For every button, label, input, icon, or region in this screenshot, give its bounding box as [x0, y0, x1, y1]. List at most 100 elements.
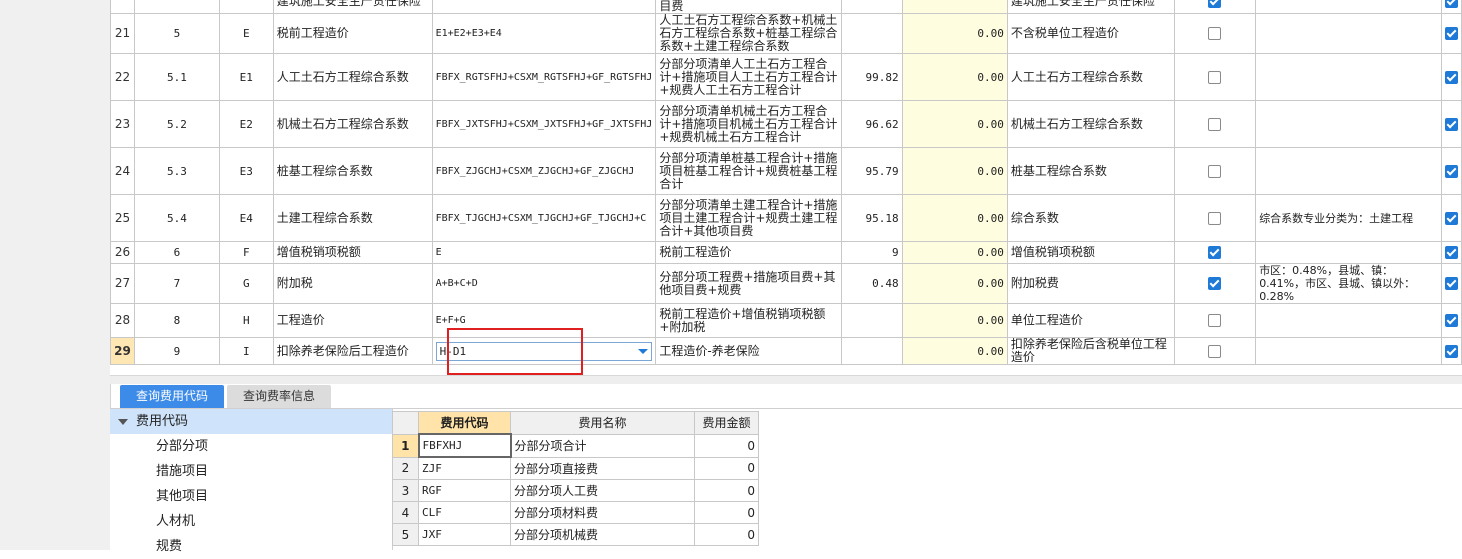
checkbox-checked[interactable]	[1208, 277, 1222, 290]
fee-note[interactable]: 市区：0.48%，县城、镇：0.41%，市区、县城、镇以外：0.28%	[1255, 263, 1442, 304]
fee-note[interactable]: 综合系数专业分类为：土建工程	[1255, 194, 1442, 242]
serial-number[interactable]: 7	[133, 263, 220, 304]
fee-category[interactable]: 综合系数	[1006, 194, 1175, 242]
table-row[interactable]: 24 5.3 E3 桩基工程综合系数 FBFX_ZJGCHJ+CSXM_ZJGCHJ+G…	[110, 147, 1462, 195]
fee-name[interactable]: 建筑施工安全生产责任保险	[272, 0, 433, 14]
fee-rate[interactable]: 95.18	[841, 194, 903, 242]
tree-item[interactable]: 人材机	[110, 509, 392, 534]
fee-rate[interactable]: 99.82	[841, 53, 903, 101]
fee-name-cell[interactable]: 分部分项机械费	[510, 523, 695, 546]
fee-base-cell[interactable]: FBFX_TJGCHJ+CSXM_TJGCHJ+GF_TJGCHJ+C	[431, 194, 657, 242]
tree-item[interactable]: 分部分项	[110, 434, 392, 459]
tree-item[interactable]: 规费	[110, 534, 392, 559]
fee-note[interactable]	[1255, 147, 1442, 195]
tree-item[interactable]: 措施项目	[110, 459, 392, 484]
tab-query-fee-code[interactable]: 查询费用代码	[120, 385, 225, 408]
fee-code-cell[interactable]: FBFXHJ	[417, 433, 512, 458]
table-row[interactable]: 28 8 H 工程造价 E+F+G 税前工程造价+增值税销项税额+附加税 0.00 单位工程造…	[110, 303, 1462, 338]
panel-splitter[interactable]	[110, 375, 1462, 384]
output-checkbox[interactable]	[1444, 344, 1458, 358]
fee-name[interactable]: 桩基工程综合系数	[272, 147, 433, 195]
output-checkbox[interactable]	[1444, 117, 1458, 131]
fee-category[interactable]: 不含税单位工程造价	[1006, 13, 1175, 54]
fee-category[interactable]: 机械土石方工程综合系数	[1006, 100, 1175, 148]
fee-name-cell[interactable]: 分部分项人工费	[510, 479, 695, 502]
table-row[interactable]: 25 5.4 E4 土建工程综合系数 FBFX_TJGCHJ+CSXM_TJGCHJ+G…	[110, 194, 1462, 242]
fee-code[interactable]: I	[218, 337, 274, 365]
checkbox-unchecked[interactable]	[1208, 117, 1222, 131]
table-row[interactable]: 21 5 E 税前工程造价 E1+E2+E3+E4 人工土石方工程综合系数+机械土石方工程…	[110, 13, 1462, 54]
fee-code-cell[interactable]: RGF	[418, 479, 511, 502]
fee-base-cell[interactable]: E1+E2+E3+E4	[431, 13, 657, 54]
table-row[interactable]: 2 ZJF 分部分项直接费 0	[392, 456, 759, 480]
fee-code-cell[interactable]: ZJF	[418, 456, 511, 480]
fee-code[interactable]: F	[218, 241, 274, 264]
table-row[interactable]: 3 RGF 分部分项人工费 0	[392, 479, 759, 502]
fee-name-cell[interactable]: 分部分项合计	[510, 433, 695, 458]
fee-note[interactable]	[1255, 100, 1442, 148]
serial-number[interactable]: 8	[133, 303, 220, 338]
fee-code[interactable]: E1	[218, 53, 274, 101]
fee-base-cell[interactable]: FBFX_JXTSFHJ+CSXM_JXTSFHJ+GF_JXTSFHJ	[431, 100, 657, 148]
fee-code-cell[interactable]: CLF	[418, 501, 511, 524]
output-checkbox[interactable]	[1444, 164, 1458, 178]
fee-note[interactable]	[1255, 241, 1442, 264]
serial-number[interactable]: 9	[133, 337, 220, 365]
fee-rate[interactable]	[841, 337, 903, 365]
serial-number[interactable]: 5.4	[133, 194, 220, 242]
output-checkbox[interactable]	[1444, 314, 1458, 327]
fee-rate[interactable]: 95.79	[841, 147, 903, 195]
fee-category[interactable]: 人工土石方工程综合系数	[1006, 53, 1175, 101]
fee-code[interactable]: G	[218, 263, 274, 304]
fee-category[interactable]: 单位工程造价	[1006, 303, 1175, 338]
serial-number[interactable]: 6	[133, 241, 220, 264]
fee-rate[interactable]: 96.62	[841, 100, 903, 148]
tree-root-fee-code[interactable]: 费用代码	[110, 409, 392, 434]
output-checkbox[interactable]	[1444, 27, 1458, 40]
checkbox-unchecked[interactable]	[1208, 164, 1222, 178]
chevron-down-icon[interactable]	[118, 418, 128, 425]
fee-code[interactable]: H	[218, 303, 274, 338]
fee-name[interactable]: 附加税	[272, 263, 433, 304]
table-row[interactable]: 23 5.2 E2 机械土石方工程综合系数 FBFX_JXTSFHJ+CSXM_JXTS…	[110, 100, 1462, 148]
output-checkbox[interactable]	[1444, 70, 1458, 84]
fee-name[interactable]: 增值税销项税额	[272, 241, 433, 264]
table-row[interactable]: 5 JXF 分部分项机械费 0	[392, 523, 759, 546]
output-checkbox[interactable]	[1444, 211, 1458, 225]
fee-category[interactable]: 桩基工程综合系数	[1006, 147, 1175, 195]
header-fee-amount[interactable]: 费用金额	[694, 411, 759, 435]
fee-base-cell[interactable]: E	[431, 241, 657, 264]
table-row-partial[interactable]: 建筑施工安全生产责任保险 目费 建筑施工安全生产责任保险	[110, 0, 1462, 14]
fee-code[interactable]: E	[218, 13, 274, 54]
table-row[interactable]: 26 6 F 增值税销项税额 E 税前工程造价 9 0.00 增值税销项税额	[110, 241, 1462, 264]
table-row[interactable]: 29 9 I 扣除养老保险后工程造价 H-D1 工程造价-养老保险 0.00 扣除养老保险后含…	[110, 337, 1462, 365]
serial-number[interactable]: 5.1	[133, 53, 220, 101]
fee-name[interactable]: 土建工程综合系数	[272, 194, 433, 242]
checkbox-checked[interactable]	[1208, 246, 1222, 259]
chevron-down-icon[interactable]	[638, 348, 649, 354]
serial-number[interactable]: 5.2	[133, 100, 220, 148]
fee-name-cell[interactable]: 分部分项材料费	[510, 501, 695, 524]
fee-base-cell[interactable]: A+B+C+D	[431, 263, 657, 304]
output-checkbox[interactable]	[1444, 246, 1458, 259]
fee-note[interactable]	[1255, 337, 1442, 365]
fee-name[interactable]: 税前工程造价	[272, 13, 433, 54]
fee-note[interactable]	[1255, 53, 1442, 101]
fee-category[interactable]: 增值税销项税额	[1006, 241, 1175, 264]
fee-note[interactable]	[1255, 13, 1442, 54]
fee-code[interactable]: E3	[218, 147, 274, 195]
tab-query-fee-rate[interactable]: 查询费率信息	[227, 385, 332, 408]
serial-number[interactable]: 5.3	[133, 147, 220, 195]
output-checkbox[interactable]	[1444, 0, 1458, 8]
checkbox-checked[interactable]	[1208, 0, 1222, 8]
checkbox-unchecked[interactable]	[1208, 211, 1222, 225]
tree-item[interactable]: 其他项目	[110, 484, 392, 509]
checkbox-unchecked[interactable]	[1208, 70, 1222, 84]
fee-name[interactable]: 人工土石方工程综合系数	[272, 53, 433, 101]
fee-code[interactable]: E2	[218, 100, 274, 148]
checkbox-unchecked[interactable]	[1208, 344, 1222, 358]
fee-note[interactable]	[1255, 303, 1442, 338]
serial-number[interactable]: 5	[133, 13, 220, 54]
checkbox-unchecked[interactable]	[1208, 314, 1222, 327]
fee-name-cell[interactable]: 分部分项直接费	[510, 456, 695, 480]
